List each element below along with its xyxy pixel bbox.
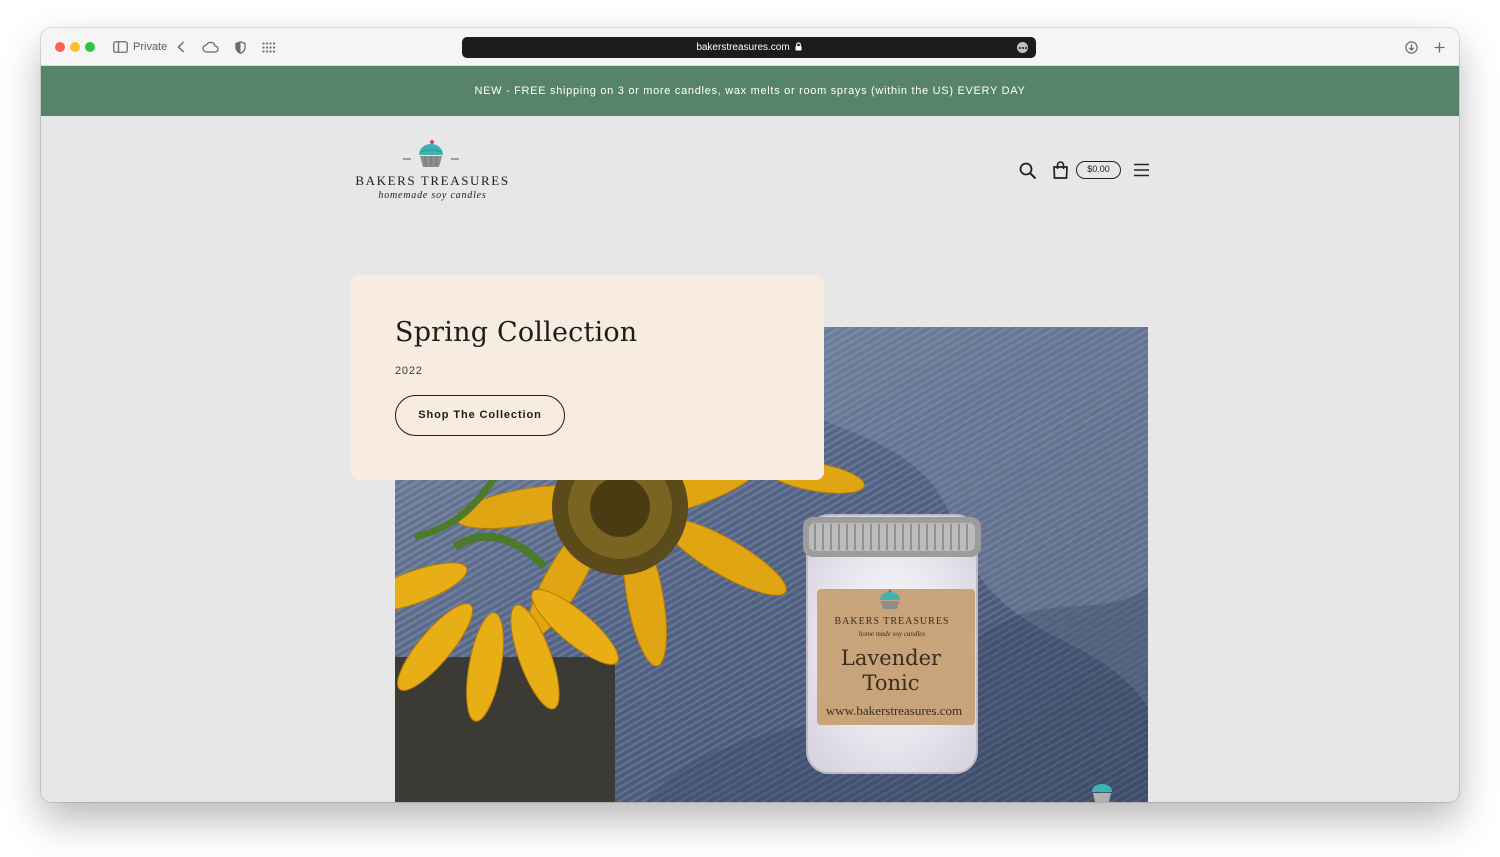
- jar-label-brand: BAKERS TREASURES: [834, 616, 949, 627]
- page-options-icon[interactable]: [1017, 42, 1028, 53]
- shop-collection-button[interactable]: Shop The Collection: [395, 395, 565, 436]
- downloads-icon[interactable]: [1405, 40, 1418, 54]
- search-icon[interactable]: [1018, 161, 1038, 181]
- address-url: bakerstreasures.com: [696, 42, 790, 53]
- logo-brand-name: BAKERS TREASURES: [355, 173, 510, 188]
- address-bar[interactable]: bakerstreasures.com: [462, 37, 1036, 58]
- new-tab-icon[interactable]: [1434, 40, 1445, 54]
- browser-window: Private bakerstreasures.com NEW - FREE s…: [41, 28, 1459, 802]
- cupcake-logo-icon: [401, 139, 461, 176]
- sidebar-icon[interactable]: [113, 40, 128, 54]
- private-label: Private: [133, 41, 168, 53]
- hero-subtitle-year: 2022: [395, 365, 423, 377]
- zoom-window-button[interactable]: [85, 42, 95, 52]
- back-icon[interactable]: [177, 40, 185, 54]
- announcement-bar: NEW - FREE shipping on 3 or more candles…: [41, 66, 1459, 116]
- hero-text-card: Spring Collection 2022 Shop The Collecti…: [351, 275, 824, 480]
- minimize-window-button[interactable]: [70, 42, 80, 52]
- jar-label-product-line1: Lavender: [841, 646, 942, 670]
- privacy-shield-icon[interactable]: [235, 40, 246, 54]
- cart-icon[interactable]: [1050, 159, 1070, 180]
- jar-label-tagline: home made soy candles: [859, 630, 926, 638]
- cart-total-badge[interactable]: $0.00: [1076, 161, 1121, 179]
- icloud-tabs-icon[interactable]: [202, 40, 219, 54]
- address-url-container: bakerstreasures.com: [462, 37, 1036, 59]
- close-window-button[interactable]: [55, 42, 65, 52]
- jar-label-product-line2: Tonic: [862, 671, 919, 695]
- logo-tagline: homemade soy candles: [378, 190, 487, 201]
- lock-icon: [795, 38, 802, 59]
- jar-label-website: www.bakerstreasures.com: [826, 703, 962, 718]
- browser-toolbar: Private bakerstreasures.com: [41, 28, 1459, 66]
- menu-icon[interactable]: [1131, 161, 1151, 179]
- watermark-cupcake: [1092, 784, 1112, 802]
- hero-title: Spring Collection: [395, 317, 638, 348]
- tab-overview-grid-icon[interactable]: [262, 40, 276, 54]
